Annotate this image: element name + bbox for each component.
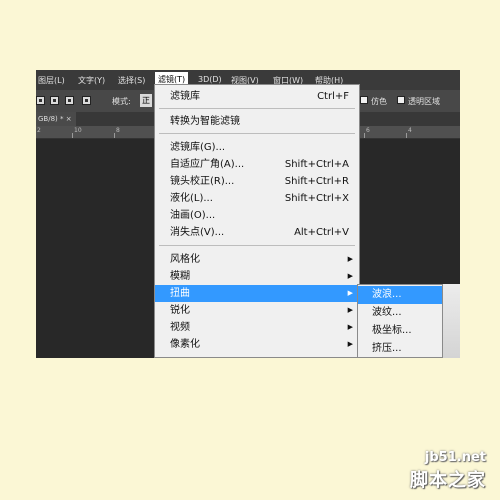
submenu-item-ripple[interactable]: 波纹... bbox=[358, 304, 442, 322]
menu-separator bbox=[159, 245, 355, 246]
menu-item-shortcut: Shift+Ctrl+R bbox=[284, 176, 349, 187]
menu-item-label: 滤镜库 bbox=[170, 91, 200, 102]
mode-label: 模式: bbox=[112, 97, 131, 106]
submenu-item-pinch[interactable]: 挤压... bbox=[358, 340, 442, 357]
menu-separator bbox=[159, 133, 355, 134]
submenu-arrow-icon: ▶ bbox=[347, 306, 353, 314]
menu-item-liquify[interactable]: 液化(L)... Shift+Ctrl+X bbox=[155, 190, 359, 207]
submenu-arrow-icon: ▶ bbox=[347, 255, 353, 263]
gradient-reflected-icon[interactable] bbox=[50, 96, 59, 105]
dither-checkbox[interactable] bbox=[360, 96, 368, 104]
gradient-diamond-icon[interactable] bbox=[65, 96, 74, 105]
ruler-number: 4 bbox=[408, 127, 412, 134]
submenu-item-wave[interactable]: 波浪... bbox=[358, 286, 442, 304]
menu-item-label: 转换为智能滤镜 bbox=[170, 116, 240, 127]
submenu-arrow-icon: ▶ bbox=[347, 272, 353, 280]
menu-item-label: 消失点(V)... bbox=[170, 227, 225, 238]
filter-menu-dropdown: 滤镜库 Ctrl+F 转换为智能滤镜 滤镜库(G)... 自适应广角(A)...… bbox=[154, 84, 360, 358]
ruler-tick bbox=[364, 133, 365, 138]
menu-select[interactable]: 选择(S) bbox=[118, 75, 145, 86]
watermark-name: 脚本之家 bbox=[410, 470, 486, 491]
mode-select[interactable]: 正 bbox=[140, 94, 152, 107]
ruler-number: 6 bbox=[366, 127, 370, 134]
submenu-arrow-icon: ▶ bbox=[347, 340, 353, 348]
menu-separator bbox=[159, 108, 355, 109]
menu-item-shortcut: Shift+Ctrl+A bbox=[284, 159, 349, 170]
watermark-site: jb51.net bbox=[424, 450, 486, 465]
dither-label: 仿色 bbox=[371, 97, 387, 106]
distort-submenu: 波浪... 波纹... 极坐标... 挤压... bbox=[357, 284, 443, 358]
menu-item-label: 滤镜库(G)... bbox=[170, 142, 226, 153]
menu-3d[interactable]: 3D(D) bbox=[198, 75, 222, 84]
menu-item-label: 视频 bbox=[170, 322, 190, 333]
menu-item-label: 像素化 bbox=[170, 339, 200, 350]
menu-item-convert-smart-filter[interactable]: 转换为智能滤镜 bbox=[155, 113, 359, 130]
menu-item-label: 镜头校正(R)... bbox=[170, 176, 235, 187]
transparency-checkbox[interactable] bbox=[397, 96, 405, 104]
menu-item-shortcut: Shift+Ctrl+X bbox=[284, 193, 349, 204]
menu-item-label: 锐化 bbox=[170, 305, 190, 316]
transparency-label: 透明区域 bbox=[408, 97, 440, 106]
menu-item-shortcut: Ctrl+F bbox=[317, 91, 349, 102]
gradient-type-icon[interactable] bbox=[36, 96, 45, 105]
menu-item-vanishing-point[interactable]: 消失点(V)... Alt+Ctrl+V bbox=[155, 224, 359, 241]
menu-item-video[interactable]: 视频 ▶ bbox=[155, 319, 359, 336]
menu-item-lens-correction[interactable]: 镜头校正(R)... Shift+Ctrl+R bbox=[155, 173, 359, 190]
submenu-item-polar-coordinates[interactable]: 极坐标... bbox=[358, 322, 442, 340]
menu-item-pixelate[interactable]: 像素化 ▶ bbox=[155, 336, 359, 353]
ruler-tick bbox=[406, 133, 407, 138]
menu-item-stylize[interactable]: 风格化 ▶ bbox=[155, 251, 359, 268]
menu-item-filter-gallery-last[interactable]: 滤镜库 Ctrl+F bbox=[155, 88, 359, 105]
menu-item-filter-gallery[interactable]: 滤镜库(G)... bbox=[155, 139, 359, 156]
menu-layer[interactable]: 图层(L) bbox=[38, 75, 65, 86]
ruler-tick bbox=[114, 133, 115, 138]
menu-item-label: 风格化 bbox=[170, 254, 200, 265]
menu-item-label: 油画(O)... bbox=[170, 210, 216, 221]
menu-item-blur[interactable]: 模糊 ▶ bbox=[155, 268, 359, 285]
gradient-linear-icon[interactable] bbox=[82, 96, 91, 105]
menu-item-label: 模糊 bbox=[170, 271, 190, 282]
menu-item-adaptive-wide-angle[interactable]: 自适应广角(A)... Shift+Ctrl+A bbox=[155, 156, 359, 173]
ruler-tick bbox=[72, 133, 73, 138]
submenu-arrow-icon: ▶ bbox=[347, 323, 353, 331]
ruler-number: 8 bbox=[116, 127, 120, 134]
menu-item-distort[interactable]: 扭曲 ▶ bbox=[155, 285, 359, 302]
ruler-number: 10 bbox=[74, 127, 82, 134]
menu-item-label: 扭曲 bbox=[170, 288, 190, 299]
menu-item-label: 波浪... bbox=[372, 289, 402, 300]
watermark: jb51.net 脚本之家 bbox=[394, 444, 490, 494]
menu-item-label: 液化(L)... bbox=[170, 193, 213, 204]
menu-type[interactable]: 文字(Y) bbox=[78, 75, 105, 86]
menu-item-label: 挤压... bbox=[372, 343, 402, 354]
ruler-number: 2 bbox=[37, 127, 41, 134]
submenu-arrow-icon: ▶ bbox=[347, 289, 353, 297]
canvas-edge bbox=[443, 284, 460, 358]
menu-item-label: 极坐标... bbox=[372, 325, 412, 336]
document-tab[interactable]: GB/8) * × bbox=[36, 112, 76, 126]
menu-item-shortcut: Alt+Ctrl+V bbox=[294, 227, 349, 238]
menu-item-oil-paint[interactable]: 油画(O)... bbox=[155, 207, 359, 224]
menu-item-label: 波纹... bbox=[372, 307, 402, 318]
menu-item-label: 自适应广角(A)... bbox=[170, 159, 245, 170]
menu-item-sharpen[interactable]: 锐化 ▶ bbox=[155, 302, 359, 319]
